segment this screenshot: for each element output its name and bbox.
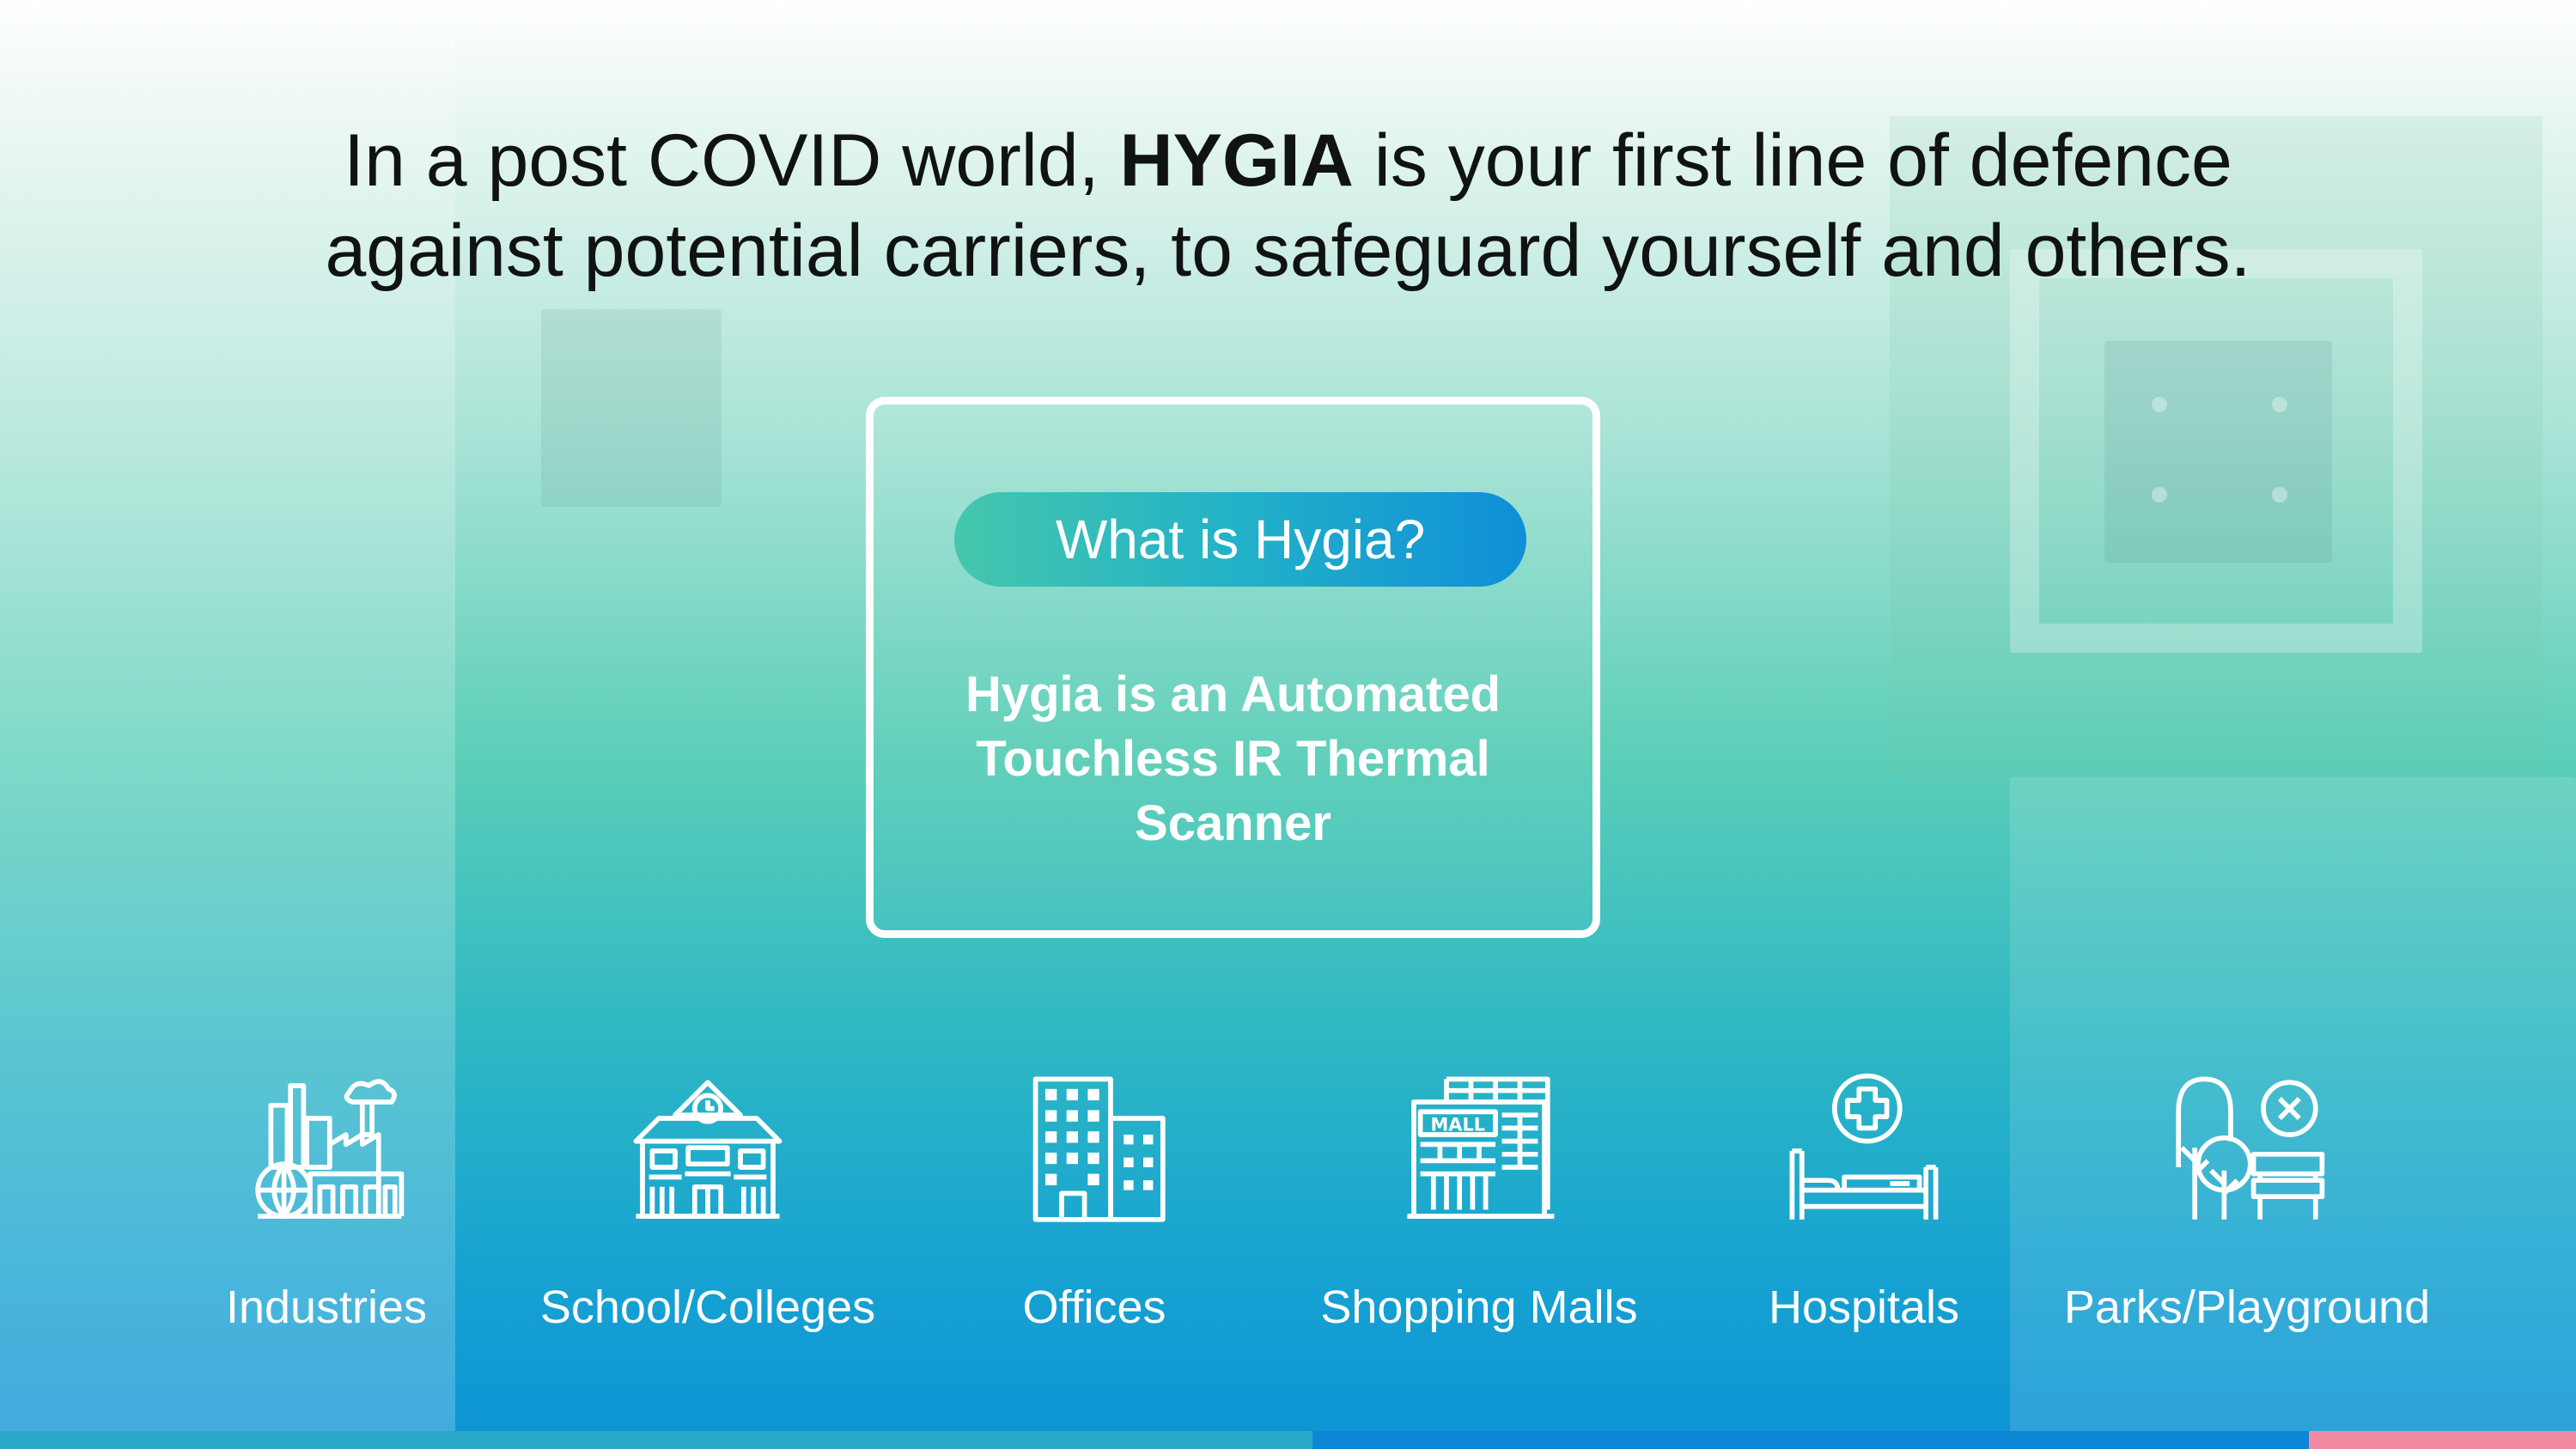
venue-malls: MALL Shopping Malls [1290,1069,1668,1344]
venue-industries: Industries [137,1069,515,1344]
school-icon [633,1080,783,1219]
hospital-bed-icon [1789,1073,1939,1220]
bottom-bar-pink [2309,1431,2576,1449]
bottom-bar-teal [0,1431,1312,1449]
park-icon [2176,1076,2325,1220]
card-description: Hygia is an Automated Touchless IR Therm… [965,667,1501,851]
venue-label: School/Colleges [539,1282,876,1333]
mall-icon: MALL [1407,1076,1555,1219]
headline-line-2: against potential carriers, to safeguard… [325,210,2251,292]
office-building-icon [1032,1076,1166,1222]
headline: In a post COVID world, HYGIA is your fir… [0,116,2576,296]
venue-label: Industries [225,1282,428,1333]
svg-text:MALL: MALL [1431,1114,1486,1135]
venue-offices: Offices [905,1069,1283,1344]
headline-post: is your first line of defence [1353,119,2232,202]
background-scanner-face [2104,341,2332,563]
what-is-hygia-pill[interactable]: What is Hygia? [954,492,1526,587]
venue-label: Hospitals [1768,1282,1960,1333]
brand-name: HYGIA [1119,119,1354,202]
venue-parks: Parks/Playground [2058,1069,2436,1344]
info-card: What is Hygia? Hygia is an Automated Tou… [866,397,1600,938]
venue-label: Parks/Playground [2063,1282,2431,1333]
headline-line-1: In a post COVID world, HYGIA is your fir… [0,116,2576,206]
venue-hospitals: Hospitals [1675,1069,2053,1344]
background-scanner-device [541,309,722,507]
venue-label: Shopping Malls [1320,1282,1638,1333]
factory-icon [255,1079,405,1219]
bottom-bar-blue [1312,1431,2309,1449]
headline-pre: In a post COVID world, [344,119,1120,202]
venue-label: Offices [1022,1282,1166,1333]
venue-schools: School/Colleges [519,1069,897,1344]
